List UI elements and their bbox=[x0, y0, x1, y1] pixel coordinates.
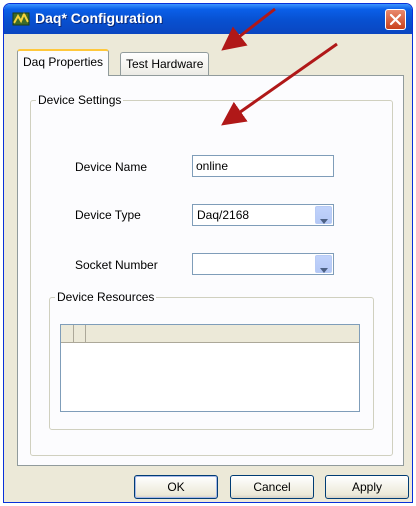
list-column-header[interactable] bbox=[61, 325, 74, 342]
tab-test-hardware[interactable]: Test Hardware bbox=[120, 52, 210, 75]
socket-number-dropdown-button[interactable] bbox=[315, 255, 332, 273]
close-icon bbox=[389, 13, 402, 26]
cancel-button[interactable]: Cancel bbox=[230, 475, 314, 499]
device-settings-group: Device Settings Device Name Device Type … bbox=[30, 93, 393, 456]
chevron-down-icon bbox=[320, 213, 328, 227]
title-bar[interactable]: Daq* Configuration bbox=[4, 4, 412, 34]
ok-button[interactable]: OK bbox=[134, 475, 218, 499]
daq-app-icon bbox=[12, 11, 30, 26]
device-resources-legend: Device Resources bbox=[57, 290, 155, 304]
device-type-value: Daq/2168 bbox=[197, 208, 250, 222]
device-resources-list[interactable] bbox=[60, 324, 360, 412]
device-type-select[interactable]: Daq/2168 bbox=[192, 204, 334, 226]
device-type-dropdown-button[interactable] bbox=[315, 206, 332, 224]
socket-number-select[interactable] bbox=[192, 253, 334, 275]
device-type-label: Device Type bbox=[75, 208, 141, 222]
tab-daq-properties[interactable]: Daq Properties bbox=[17, 49, 110, 76]
device-settings-legend: Device Settings bbox=[38, 93, 122, 107]
device-resources-group: Device Resources bbox=[49, 290, 374, 430]
close-button[interactable] bbox=[385, 9, 406, 30]
device-name-field[interactable] bbox=[192, 155, 334, 177]
list-column-header[interactable] bbox=[74, 325, 86, 342]
apply-button[interactable]: Apply bbox=[325, 475, 409, 499]
tab-control: Daq Properties Test Hardware Device Sett… bbox=[17, 49, 404, 466]
chevron-down-icon bbox=[320, 262, 328, 276]
list-header bbox=[61, 325, 359, 343]
configuration-dialog: Daq* Configuration Daq Properties Test H… bbox=[3, 3, 413, 503]
window-title: Daq* Configuration bbox=[35, 10, 163, 26]
device-name-label: Device Name bbox=[75, 160, 148, 174]
tab-panel-daq-properties: Device Settings Device Name Device Type … bbox=[17, 75, 404, 466]
socket-number-label: Socket Number bbox=[75, 258, 158, 272]
